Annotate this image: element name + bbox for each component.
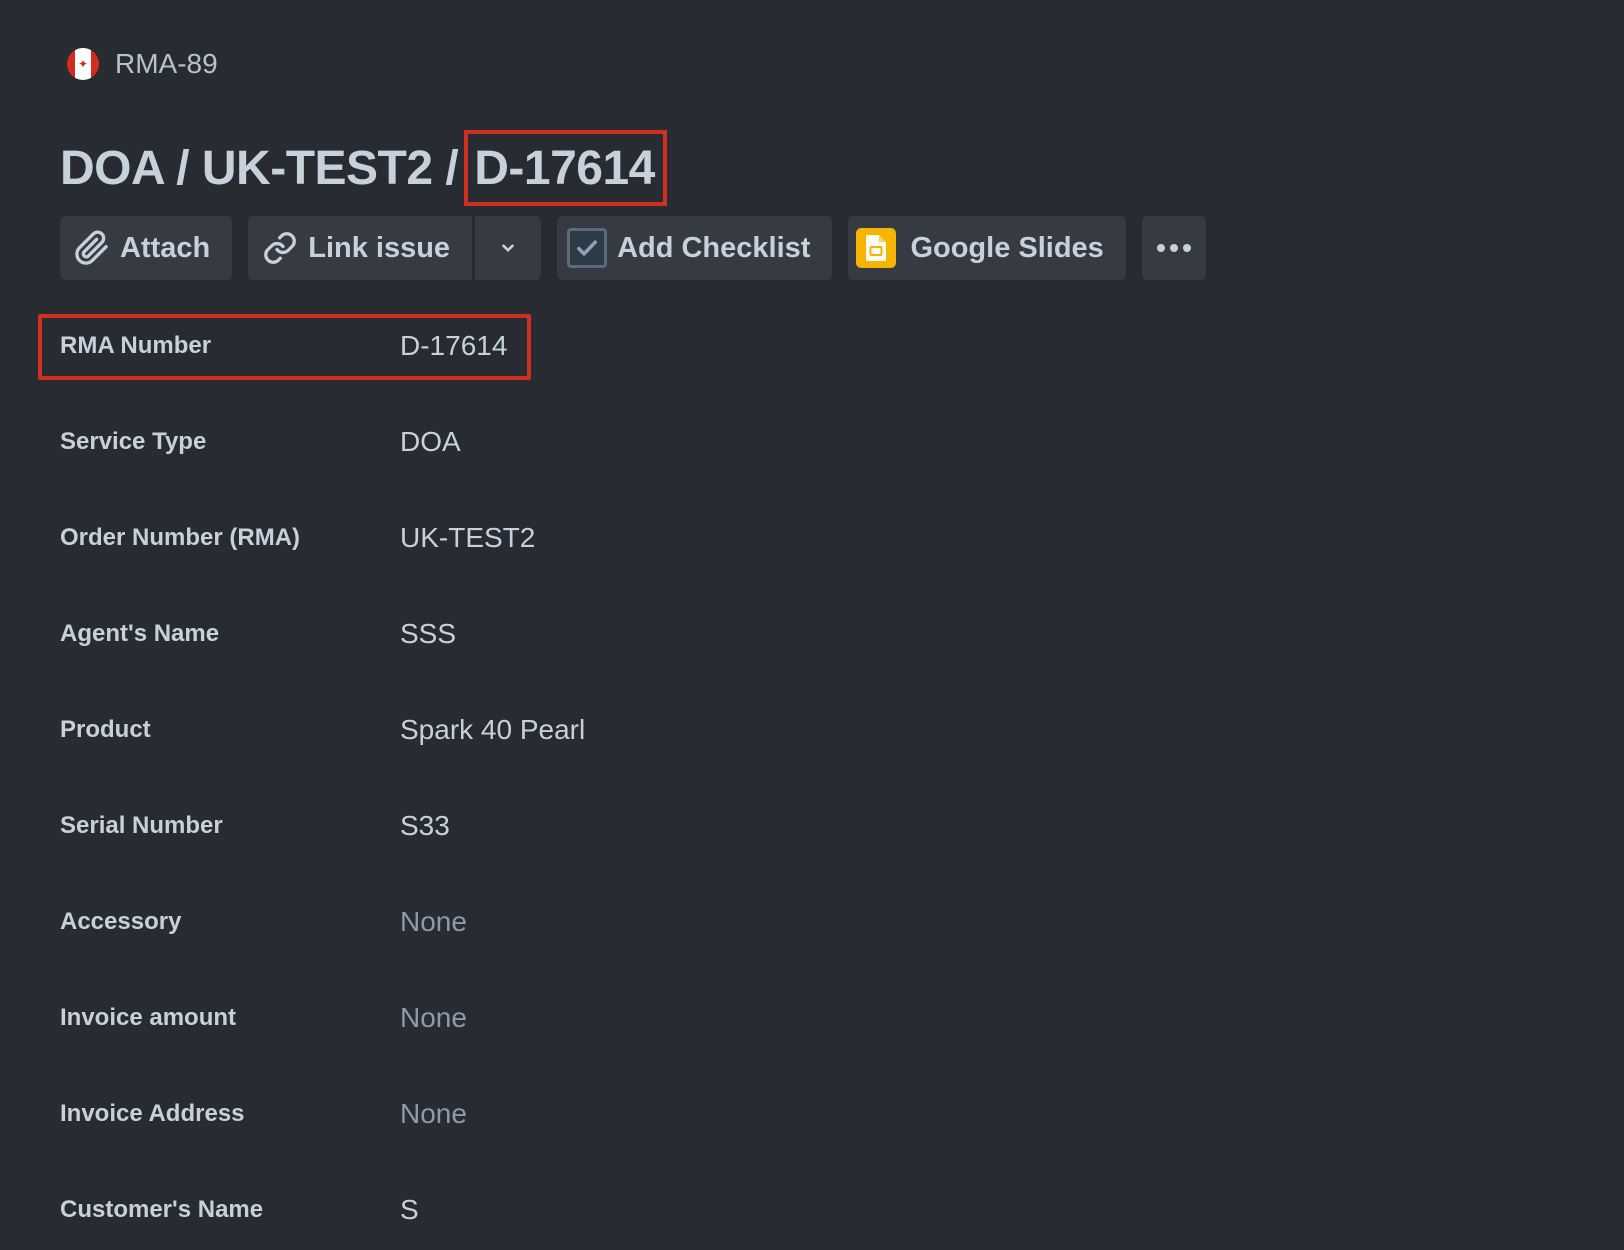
field-invoice-address: Invoice Address None <box>60 1090 1160 1186</box>
link-issue-label: Link issue <box>308 231 451 264</box>
chevron-down-icon <box>499 239 517 257</box>
field-label: Customer's Name <box>60 1196 264 1223</box>
summary-prefix: DOA / UK-TEST2 / <box>60 141 459 195</box>
field-label: Invoice amount <box>60 1004 237 1031</box>
field-value[interactable]: None <box>400 994 467 1034</box>
field-value[interactable]: D-17614 <box>400 322 507 362</box>
field-label: Agent's Name <box>60 620 220 647</box>
field-rma-number: RMA Number D-17614 <box>38 314 1160 418</box>
field-value[interactable]: UK-TEST2 <box>400 514 535 554</box>
issue-view: ✦ RMA-89 DOA / UK-TEST2 / D-17614 Attach <box>0 0 1624 1250</box>
field-label: RMA Number <box>60 332 212 359</box>
more-horizontal-icon <box>1155 242 1193 254</box>
field-value[interactable]: DOA <box>400 418 461 458</box>
field-serial-number: Serial Number S33 <box>60 802 1160 898</box>
issue-summary[interactable]: DOA / UK-TEST2 / D-17614 <box>60 128 667 208</box>
breadcrumb: ✦ RMA-89 <box>67 46 218 82</box>
field-label: Product <box>60 716 151 743</box>
add-checklist-button[interactable]: Add Checklist <box>557 216 833 280</box>
field-value[interactable]: SSS <box>400 610 456 650</box>
add-checklist-label: Add Checklist <box>617 231 811 264</box>
link-issue-button[interactable]: Link issue <box>248 216 473 280</box>
field-value[interactable]: None <box>400 898 467 938</box>
field-label: Accessory <box>60 908 182 935</box>
issue-key-link[interactable]: RMA-89 <box>115 48 218 80</box>
field-value[interactable]: Spark 40 Pearl <box>400 706 585 746</box>
field-label: Invoice Address <box>60 1100 245 1127</box>
field-order-number: Order Number (RMA) UK-TEST2 <box>60 514 1160 610</box>
field-label: Serial Number <box>60 812 223 839</box>
issue-toolbar: Attach Link issue Add Checklist Google S… <box>60 216 1206 280</box>
field-value[interactable]: None <box>400 1090 467 1130</box>
paperclip-icon <box>74 230 110 266</box>
field-service-type: Service Type DOA <box>60 418 1160 514</box>
field-product: Product Spark 40 Pearl <box>60 706 1160 802</box>
field-label: Service Type <box>60 428 207 455</box>
attach-label: Attach <box>120 231 211 264</box>
field-agents-name: Agent's Name SSS <box>60 610 1160 706</box>
field-customers-name: Customer's Name S <box>60 1186 1160 1250</box>
link-issue-dropdown-button[interactable] <box>475 216 542 280</box>
google-slides-icon <box>856 228 897 268</box>
google-slides-label: Google Slides <box>910 231 1104 264</box>
attach-button[interactable]: Attach <box>60 216 233 280</box>
more-actions-button[interactable] <box>1141 216 1206 280</box>
field-value[interactable]: S <box>400 1186 419 1226</box>
canada-flag-icon: ✦ <box>67 48 99 80</box>
link-icon <box>262 230 298 266</box>
field-invoice-amount: Invoice amount None <box>60 994 1160 1090</box>
issue-fields: RMA Number D-17614 Service Type DOA Orde… <box>38 314 1160 1250</box>
google-slides-button[interactable]: Google Slides <box>848 216 1126 280</box>
summary-highlighted-rma: D-17614 <box>464 130 667 206</box>
link-issue-group: Link issue <box>248 216 542 280</box>
field-label: Order Number (RMA) <box>60 524 301 551</box>
checkbox-checked-icon <box>567 228 608 268</box>
field-accessory: Accessory None <box>60 898 1160 994</box>
field-value[interactable]: S33 <box>400 802 450 842</box>
